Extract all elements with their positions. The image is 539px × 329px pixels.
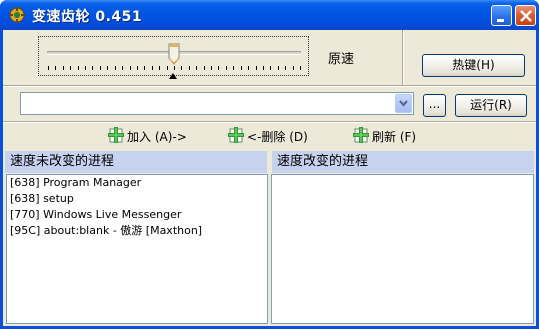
hotkey-button[interactable]: 热键(H) (422, 54, 525, 77)
add-icon (108, 127, 124, 143)
minimize-button[interactable] (491, 5, 512, 26)
title-bar[interactable]: 变速齿轮 0.451 (0, 0, 539, 30)
refresh-label: 刷新 (F) (372, 130, 417, 144)
close-icon (520, 10, 532, 22)
browse-button[interactable]: ... (423, 94, 446, 117)
top-divider-highlight (3, 86, 536, 87)
minimize-icon (497, 19, 504, 22)
list-item[interactable]: [95C] about:blank - 傲游 [Maxthon] (7, 223, 267, 239)
speed-label: 原速 (328, 52, 355, 67)
add-icon (228, 127, 244, 143)
list-item[interactable]: [638] Program Manager (7, 175, 267, 191)
add-label: 加入 (A)-> (127, 130, 187, 144)
add-icon (353, 127, 369, 143)
combo-dropdown-button[interactable] (395, 94, 412, 113)
speed-slider[interactable] (38, 36, 309, 76)
window-title: 变速齿轮 0.451 (32, 9, 143, 25)
list-item[interactable]: [638] setup (7, 191, 267, 207)
gear-app-icon (9, 7, 25, 23)
list-item[interactable]: [770] Windows Live Messenger (7, 207, 267, 223)
slider-pointer-icon (169, 73, 177, 79)
changed-process-list[interactable] (271, 174, 534, 324)
remove-label: <-删除 (D) (247, 130, 308, 144)
app-window: 变速齿轮 0.451 原速 热键(H) ... 运行(R) 加入 (A)-> <… (0, 0, 539, 329)
process-combo[interactable] (20, 92, 414, 115)
run-button[interactable]: 运行(R) (455, 94, 527, 117)
slider-thumb[interactable] (168, 43, 180, 65)
unchanged-panel-header: 速度未改变的进程 (5, 151, 267, 173)
slider-ticks (48, 66, 301, 70)
close-button[interactable] (515, 5, 536, 26)
vertical-divider-highlight (403, 30, 404, 86)
changed-panel-header: 速度改变的进程 (272, 151, 534, 173)
unchanged-process-list[interactable]: [638] Program Manager [638] setup [770] … (6, 174, 268, 324)
chevron-down-icon (399, 100, 408, 107)
client-area: 原速 热键(H) ... 运行(R) 加入 (A)-> <-删除 (D) 刷新 … (3, 30, 536, 326)
mid-divider-highlight (3, 122, 536, 123)
